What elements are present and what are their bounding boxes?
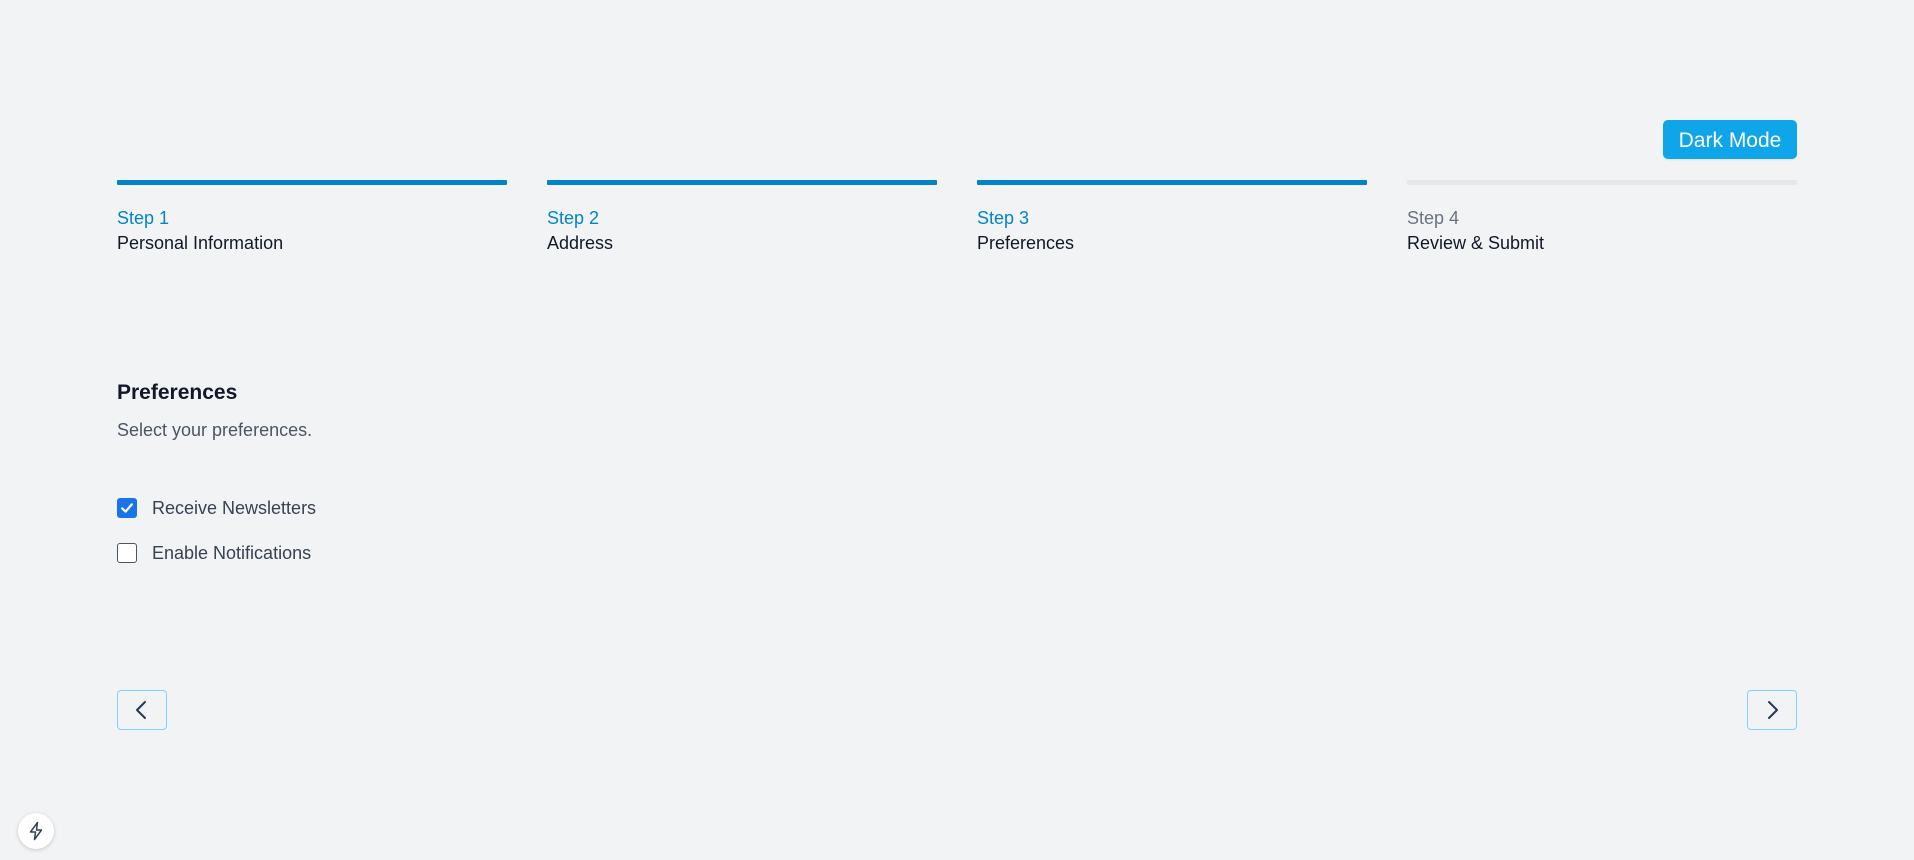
previous-step-button[interactable]: [117, 690, 167, 730]
step-title: Personal Information: [117, 233, 284, 253]
option-label: Enable Notifications: [152, 543, 312, 563]
dev-tools-badge[interactable]: [18, 813, 54, 849]
step-progress-bar: [117, 180, 507, 185]
step-title: Review & Submit: [1407, 233, 1545, 253]
section-subtitle: Select your preferences.: [117, 420, 313, 440]
enable-notifications-option[interactable]: Enable Notifications: [117, 542, 311, 564]
enable-notifications-checkbox[interactable]: [117, 543, 137, 563]
step-title: Address: [547, 233, 614, 253]
step-number: Step 2: [547, 208, 600, 228]
step-title: Preferences: [977, 233, 1075, 253]
receive-newsletters-option[interactable]: Receive Newsletters: [117, 497, 316, 519]
dark-mode-toggle-button[interactable]: Dark Mode: [1663, 120, 1797, 159]
chevron-left-icon: [136, 701, 146, 719]
step-number: Step 3: [977, 208, 1030, 228]
step-number: Step 4: [1407, 208, 1460, 228]
step-progress-bar: [547, 180, 937, 185]
chevron-right-icon: [1768, 701, 1778, 719]
step-progress-bar: [1407, 180, 1797, 185]
step-preferences: Step 3 Preferences: [977, 180, 1367, 254]
next-step-button[interactable]: [1747, 690, 1797, 730]
option-label: Receive Newsletters: [152, 498, 317, 518]
section-title: Preferences: [117, 381, 238, 404]
lightning-bolt-icon: [29, 821, 43, 841]
checkmark-icon: [121, 503, 133, 513]
step-personal-information: Step 1 Personal Information: [117, 180, 507, 254]
receive-newsletters-checkbox[interactable]: [117, 498, 137, 518]
step-progress-bar: [977, 180, 1367, 185]
progress-stepper: Step 1 Personal Information Step 2 Addre…: [117, 180, 1797, 260]
step-address: Step 2 Address: [547, 180, 937, 254]
step-number: Step 1: [117, 208, 170, 228]
step-review-submit: Step 4 Review & Submit: [1407, 180, 1797, 254]
